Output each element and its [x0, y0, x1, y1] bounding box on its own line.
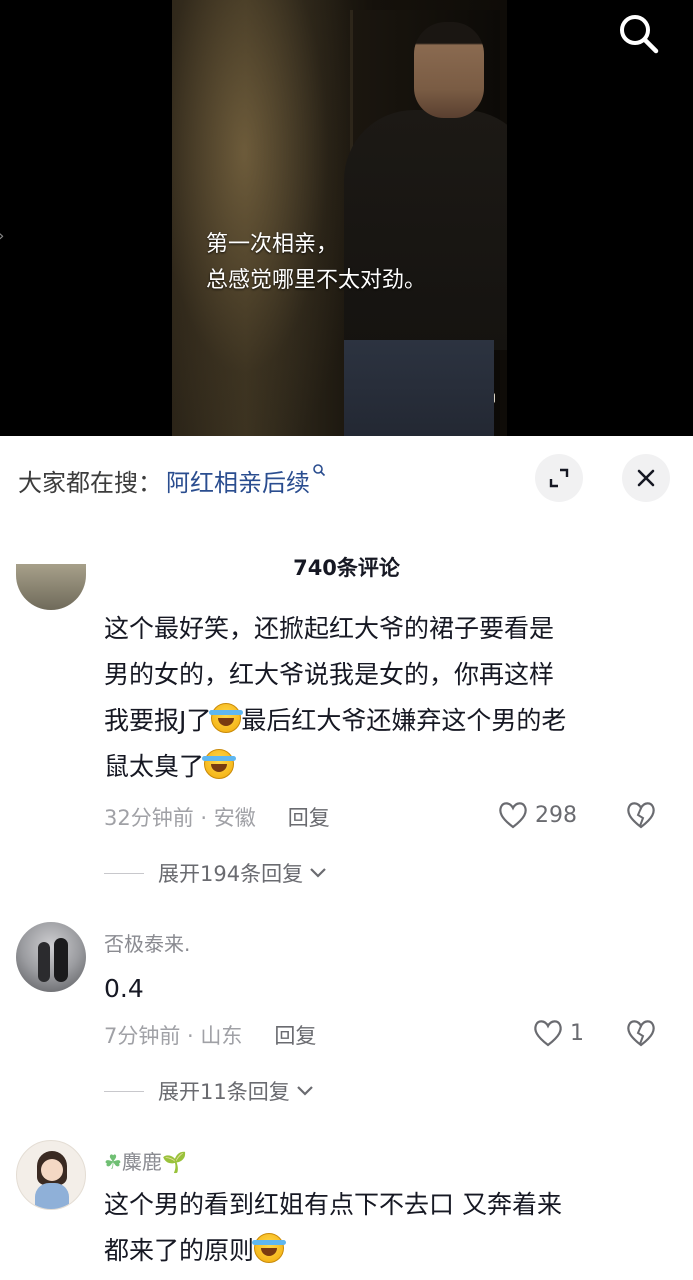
video-person-head: [414, 22, 484, 118]
broken-heart-icon: [627, 1020, 655, 1047]
expand-replies-button[interactable]: 展开194条回复: [104, 858, 327, 888]
like-button[interactable]: 298: [497, 800, 577, 830]
comment-text-line: 这个最好笑，还掀起红大爷的裙子要看是: [104, 614, 555, 643]
chevron-down-icon: [296, 1086, 313, 1096]
trending-search-bar[interactable]: 大家都在搜： 阿红相亲后续: [18, 460, 326, 500]
comment-time-location: 32分钟前 · 安徽: [104, 806, 256, 830]
close-button[interactable]: [622, 454, 670, 502]
avatar[interactable]: [16, 922, 86, 992]
laugh-cry-emoji-icon: [252, 1233, 287, 1263]
expand-replies-label: 展开11条回复: [158, 1080, 290, 1104]
chevron-down-icon: [310, 868, 326, 878]
comment-text-part: 最后红大爷还嫌弃这个男的老: [241, 706, 567, 735]
broken-heart-icon: [627, 802, 655, 829]
mini-search-icon: [312, 463, 326, 481]
comment-text-part: 我要报J了: [104, 706, 212, 735]
subtitle-line-1: 第一次相亲，: [206, 232, 339, 257]
comment-text: 0.4: [104, 974, 144, 1003]
divider-line: [104, 1090, 144, 1092]
comment-meta: 32分钟前 · 安徽 回复: [104, 802, 330, 832]
heart-icon: [534, 1020, 562, 1047]
like-count: 1: [570, 1020, 584, 1046]
avatar-face: [41, 1159, 63, 1181]
clover-icon: ☘: [104, 1150, 122, 1174]
expand-replies-button[interactable]: 展开11条回复: [104, 1076, 314, 1106]
comment-text-line: 鼠太臭了: [104, 744, 674, 790]
dislike-button[interactable]: [625, 1018, 657, 1052]
comment-username[interactable]: 麋鹿: [122, 1150, 162, 1174]
expand-button[interactable]: [535, 454, 583, 502]
video-person-legs: [344, 340, 494, 436]
dislike-button[interactable]: [625, 800, 657, 834]
comment-text-line: 这个男的看到红姐有点下不去口 又奔着来: [104, 1190, 562, 1219]
laugh-cry-emoji-icon: [202, 749, 237, 779]
close-icon: [637, 469, 655, 487]
comment-text: 这个最好笑，还掀起红大爷的裙子要看是 男的女的，红大爷说我是女的，你再这样 我要…: [104, 606, 674, 790]
avatar[interactable]: [16, 564, 86, 610]
comment-sheet: 大家都在搜： 阿红相亲后续 740条评论 这个最好笑，还掀起红大爷的裙子要看是 …: [0, 436, 693, 1280]
comment-text-line: 男的女的，红大爷说我是女的，你再这样: [104, 660, 555, 689]
avatar-dress: [35, 1183, 69, 1209]
expand-replies-label: 展开194条回复: [158, 862, 304, 886]
avatar-figure: [54, 938, 68, 982]
comment-text-line: 都来了的原则: [104, 1228, 674, 1274]
search-icon: [620, 15, 659, 54]
video-player[interactable]: › 第一次相亲， 总感觉哪里不太对劲。: [0, 0, 693, 436]
comment-time-location: 7分钟前 · 山东: [104, 1024, 243, 1048]
comment-count: 740条评论: [293, 556, 400, 580]
expand-icon: [549, 468, 569, 488]
comment-text: 这个男的看到红姐有点下不去口 又奔着来 都来了的原则: [104, 1182, 674, 1274]
reply-button[interactable]: 回复: [288, 802, 330, 832]
comment-text-part: 都来了的原则: [104, 1236, 255, 1265]
search-button[interactable]: [614, 10, 662, 58]
avatar[interactable]: [16, 1140, 86, 1210]
comment-meta: 7分钟前 · 山东 回复: [104, 1020, 316, 1050]
reply-button[interactable]: 回复: [274, 1020, 316, 1050]
heart-icon: [499, 802, 527, 829]
divider-line: [104, 872, 144, 874]
trending-search-term[interactable]: 阿红相亲后续: [166, 463, 310, 498]
side-chevron-icon: ›: [0, 226, 4, 245]
like-count: 298: [535, 802, 577, 828]
video-frame: [172, 0, 507, 436]
trending-search-prefix: 大家都在搜：: [18, 468, 162, 497]
video-wall-light: [172, 0, 352, 436]
sprout-icon: 🌱: [161, 1150, 187, 1174]
avatar-figure: [38, 942, 50, 982]
comment-username-row: ☘麋鹿🌱: [104, 1146, 187, 1175]
like-button[interactable]: 1: [532, 1018, 584, 1048]
comment-text-line: 我要报J了 最后红大爷还嫌弃这个男的老: [104, 698, 674, 744]
laugh-cry-emoji-icon: [209, 703, 244, 733]
comment-text-part: 鼠太臭了: [104, 752, 205, 781]
video-subtitle: 第一次相亲， 总感觉哪里不太对劲。: [206, 227, 426, 299]
comment-username[interactable]: 否极泰来.: [104, 928, 190, 957]
subtitle-line-2: 总感觉哪里不太对劲。: [206, 268, 427, 293]
